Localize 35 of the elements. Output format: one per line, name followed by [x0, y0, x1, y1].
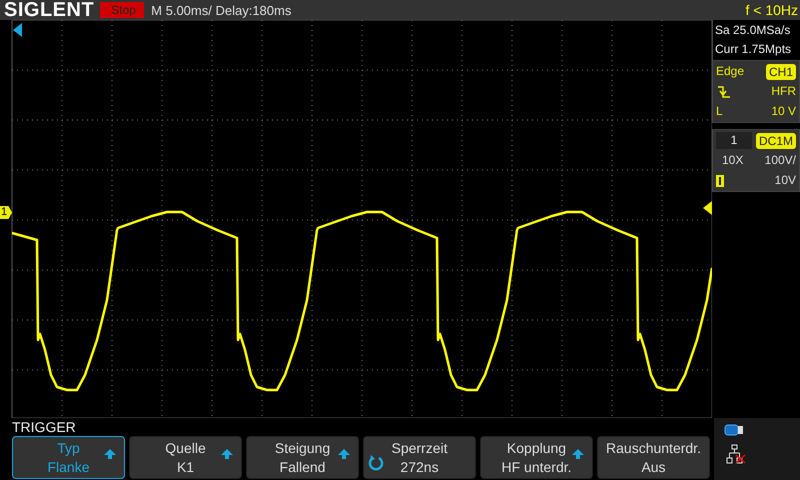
usb-drive-icon	[724, 424, 744, 436]
timebase-readout: M 5.00ms/ Delay:180ms	[151, 2, 292, 18]
softkey-button[interactable]: Sperrzeit 272ns	[363, 436, 476, 479]
trigger-level-marker-icon	[703, 201, 712, 215]
vertical-scale: 100V/	[764, 152, 796, 169]
sample-rate-readout: Sa 25.0MSa/s	[715, 22, 792, 39]
network-disconnected-icon	[724, 444, 746, 464]
channel-marker: 1	[0, 206, 12, 219]
arrow-up-icon	[104, 449, 116, 459]
brand-logo: SIGLENT	[3, 0, 96, 20]
trigger-coupling-label: HFR	[771, 83, 796, 100]
softkey-button[interactable]: Rauschunterdr. Aus	[597, 436, 710, 479]
frequency-readout: f < 10Hz	[745, 2, 799, 18]
arrow-up-icon	[572, 449, 584, 459]
arrow-up-icon	[338, 449, 350, 459]
run-state-indicator: Stop	[100, 2, 144, 18]
trigger-level-value: 10 V	[771, 103, 796, 120]
softkey-button[interactable]: Steigung Fallend	[246, 436, 359, 479]
probe-ratio: 10X	[721, 152, 744, 169]
arrow-up-icon	[221, 449, 233, 459]
trigger-position-marker-icon	[13, 23, 22, 37]
vertical-offset: 10V	[774, 172, 796, 189]
menu-title: TRIGGER	[12, 418, 76, 436]
trigger-source-badge: CH1	[766, 64, 796, 80]
softkey-button[interactable]: Quelle K1	[129, 436, 242, 479]
softkey-button[interactable]: Kopplung HF unterdr.	[480, 436, 593, 479]
rotate-knob-icon	[368, 455, 384, 471]
falling-edge-icon	[716, 84, 732, 98]
bandwidth-limit-icon	[716, 174, 724, 186]
memory-depth-readout: Curr 1.75Mpts	[715, 41, 792, 58]
channel-number: 1	[716, 132, 752, 149]
channel-coupling-badge: DC1M	[756, 132, 796, 148]
trigger-level-label: L	[716, 103, 723, 120]
softkey-button[interactable]: Typ Flanke	[12, 436, 125, 479]
trigger-type-label: Edge	[716, 63, 744, 80]
